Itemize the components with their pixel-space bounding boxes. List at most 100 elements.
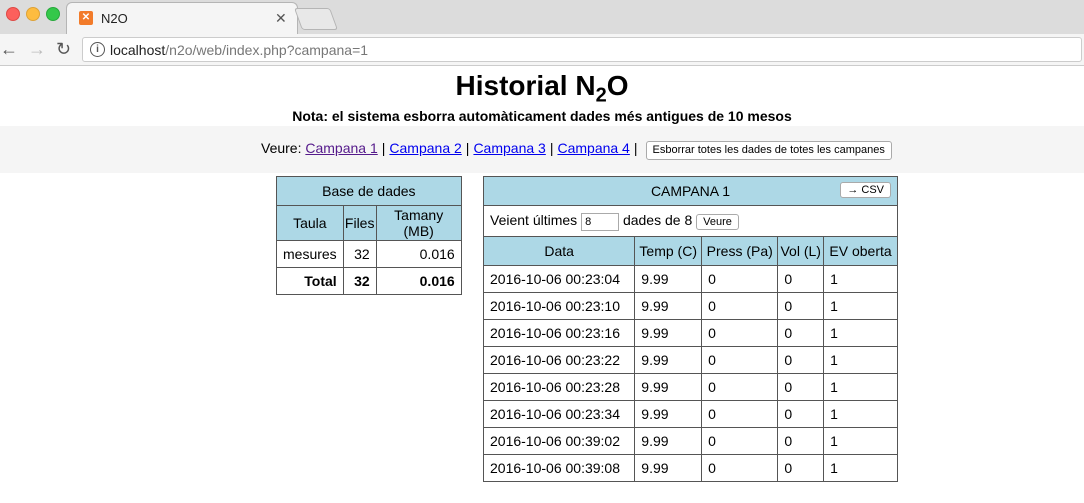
table-row: 2016-10-06 00:23:16 9.99 0 0 1 xyxy=(482,319,898,347)
table-cell: 1 xyxy=(823,454,898,482)
table-cell: 2016-10-06 00:23:34 xyxy=(482,400,636,428)
column-header: Vol (L) xyxy=(777,236,825,266)
campaign-link-4[interactable]: Campana 4 xyxy=(557,140,629,156)
tab-strip: ✕ N2O ✕ xyxy=(0,0,1084,34)
table-cell: 0 xyxy=(701,265,779,293)
campaign-link-1[interactable]: Campana 1 xyxy=(305,140,377,156)
table-cell: 1 xyxy=(823,292,898,320)
column-header: Taula xyxy=(276,205,344,241)
of-label: dades de 8 xyxy=(622,211,693,228)
table-cell: 2016-10-06 00:23:28 xyxy=(482,373,636,401)
table-cell: 32 xyxy=(342,267,377,295)
table-cell: 0 xyxy=(701,292,779,320)
table-row: mesures 32 0.016 xyxy=(276,240,462,268)
table-cell: 9.99 xyxy=(634,319,703,347)
table-cell: 0 xyxy=(701,346,779,374)
table-cell: 0 xyxy=(701,454,779,482)
table-row: 2016-10-06 00:23:10 9.99 0 0 1 xyxy=(482,292,898,320)
table-cell: 0 xyxy=(777,292,825,320)
browser-tab[interactable]: ✕ N2O ✕ xyxy=(66,2,298,34)
window-maximize-button[interactable] xyxy=(46,7,60,21)
table-cell: 0 xyxy=(777,400,825,428)
table-cell: 1 xyxy=(823,346,898,374)
table-row: 2016-10-06 00:23:34 9.99 0 0 1 xyxy=(482,400,898,428)
info-icon[interactable]: i xyxy=(90,42,105,57)
table-cell: 1 xyxy=(823,400,898,428)
table-cell: 0 xyxy=(777,454,825,482)
row-count-control: Veient últimes dades de 8 Veure xyxy=(483,205,898,237)
table-cell: 2016-10-06 00:23:04 xyxy=(482,265,636,293)
new-tab-button[interactable] xyxy=(293,8,339,30)
table-row: 2016-10-06 00:23:22 9.99 0 0 1 xyxy=(482,346,898,374)
table-row: 2016-10-06 00:23:04 9.99 0 0 1 xyxy=(482,265,898,293)
xampp-favicon-icon: ✕ xyxy=(79,11,93,25)
table-cell: 0 xyxy=(701,400,779,428)
table-cell: 2016-10-06 00:23:16 xyxy=(482,319,636,347)
total-row: Total 32 0.016 xyxy=(276,267,462,295)
table-cell: 9.99 xyxy=(634,427,703,455)
table-cell: 1 xyxy=(823,427,898,455)
table-cell: 9.99 xyxy=(634,292,703,320)
table-cell: 9.99 xyxy=(634,454,703,482)
retention-note: Nota: el sistema esborra automàticament … xyxy=(292,108,792,124)
table-cell: 0.016 xyxy=(375,240,462,268)
table-cell: 0 xyxy=(777,373,825,401)
column-header: Tamany (MB) xyxy=(375,205,462,241)
reload-icon[interactable]: ↻ xyxy=(56,39,71,60)
table-cell: 1 xyxy=(823,319,898,347)
column-header: Data xyxy=(482,236,636,266)
address-bar[interactable]: i localhost/n2o/web/index.php?campana=1 xyxy=(82,37,1082,62)
table-cell: 0.016 xyxy=(375,267,462,295)
table-row: 2016-10-06 00:39:02 9.99 0 0 1 xyxy=(482,427,898,455)
table-cell: 0 xyxy=(701,373,779,401)
tab-close-icon[interactable]: ✕ xyxy=(275,10,287,27)
column-header: Files xyxy=(342,205,377,241)
column-header: Press (Pa) xyxy=(701,236,779,266)
campaign-table-header: CAMPANA 1 → CSV xyxy=(483,176,898,206)
table-cell: 2016-10-06 00:39:08 xyxy=(482,454,636,482)
table-cell: 0 xyxy=(777,427,825,455)
campaign-title: CAMPANA 1 xyxy=(650,183,731,199)
campaign-table: CAMPANA 1 → CSV Veient últimes dades de … xyxy=(482,176,898,482)
table-cell: 32 xyxy=(342,240,377,268)
window-close-button[interactable] xyxy=(6,7,20,21)
table-row: 2016-10-06 00:39:08 9.99 0 0 1 xyxy=(482,454,898,482)
campaign-link-3[interactable]: Campana 3 xyxy=(473,140,545,156)
forward-arrow-icon[interactable]: → xyxy=(28,39,46,60)
showing-label: Veient últimes xyxy=(490,211,578,228)
database-table-title: Base de dades xyxy=(276,176,462,206)
table-row: 2016-10-06 00:23:28 9.99 0 0 1 xyxy=(482,373,898,401)
window-minimize-button[interactable] xyxy=(26,7,40,21)
table-cell: 2016-10-06 00:39:02 xyxy=(482,427,636,455)
table-cell: Total xyxy=(276,267,344,295)
table-cell: 9.99 xyxy=(634,400,703,428)
back-arrow-icon[interactable]: ← xyxy=(0,39,18,60)
campaign-link-2[interactable]: Campana 2 xyxy=(389,140,461,156)
database-table: Base de dades Taula Files Tamany (MB) me… xyxy=(276,176,462,295)
table-cell: 0 xyxy=(701,319,779,347)
table-cell: mesures xyxy=(276,240,344,268)
column-header: Temp (C) xyxy=(634,236,703,266)
table-cell: 0 xyxy=(777,265,825,293)
browser-toolbar: ← → ↻ i localhost/n2o/web/index.php?camp… xyxy=(0,34,1084,66)
url-text: localhost/n2o/web/index.php?campana=1 xyxy=(110,42,369,58)
table-cell: 0 xyxy=(777,346,825,374)
page-title: Historial N2O xyxy=(455,70,629,107)
table-cell: 1 xyxy=(823,373,898,401)
csv-export-button[interactable]: → CSV xyxy=(840,182,891,198)
table-cell: 1 xyxy=(823,265,898,293)
campaign-nav: Veure: Campana 1 | Campana 2 | Campana 3 | Cam… xyxy=(0,126,1084,173)
table-cell: 9.99 xyxy=(634,373,703,401)
tab-title: N2O xyxy=(101,11,128,26)
table-cell: 2016-10-06 00:23:10 xyxy=(482,292,636,320)
table-cell: 0 xyxy=(777,319,825,347)
table-cell: 9.99 xyxy=(634,346,703,374)
view-button[interactable]: Veure xyxy=(696,213,739,230)
page-content: Historial N2O Nota: el sistema esborra a… xyxy=(0,66,1084,503)
delete-all-button[interactable]: Esborrar totes les dades de totes les ca… xyxy=(645,140,892,160)
table-cell: 9.99 xyxy=(634,265,703,293)
nav-label: Veure: xyxy=(261,140,302,156)
table-cell: 2016-10-06 00:23:22 xyxy=(482,346,636,374)
table-cell: 0 xyxy=(701,427,779,455)
row-count-input[interactable] xyxy=(581,212,620,231)
